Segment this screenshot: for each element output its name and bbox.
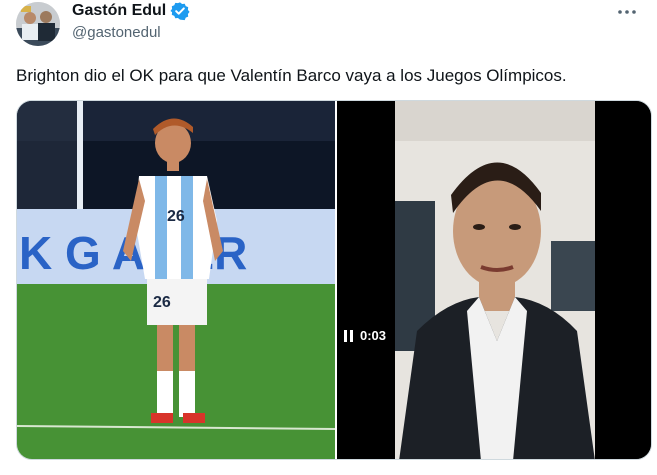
- tweet-media-grid: K G AMÉR 26 26: [16, 100, 652, 460]
- video-playback-badge[interactable]: 0:03: [338, 325, 393, 346]
- author-handle[interactable]: @gastonedul: [72, 24, 161, 41]
- shorts-number: 26: [153, 294, 171, 311]
- media-video[interactable]: [337, 101, 651, 459]
- tweet-text: Brighton dio el OK para que Valentín Bar…: [16, 66, 567, 85]
- verified-badge-icon: [170, 2, 190, 21]
- video-frame: [337, 101, 651, 459]
- media-photo[interactable]: K G AMÉR 26 26: [17, 101, 335, 459]
- author-display-name[interactable]: Gastón Edul: [72, 2, 166, 20]
- jersey-number: 26: [167, 208, 185, 225]
- avatar-image: [16, 2, 60, 46]
- more-options-icon[interactable]: [615, 2, 639, 22]
- video-elapsed-time: 0:03: [360, 328, 387, 343]
- author-avatar[interactable]: [16, 2, 60, 46]
- pause-icon[interactable]: [344, 329, 354, 342]
- player-photo: K G AMÉR 26 26: [17, 101, 335, 459]
- author-name-row: Gastón Edul: [72, 1, 190, 21]
